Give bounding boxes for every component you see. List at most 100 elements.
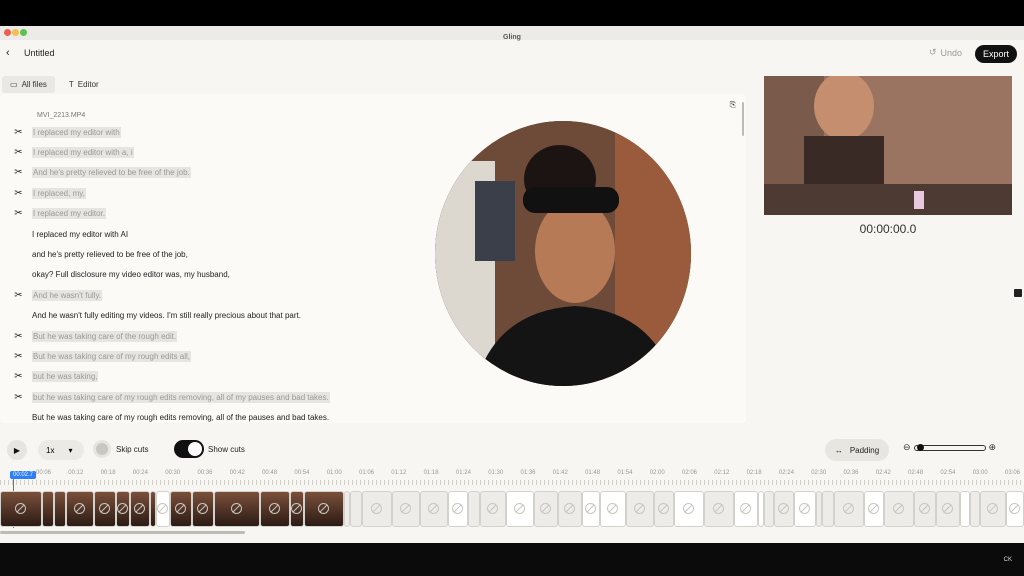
no-preview-icon xyxy=(942,503,953,514)
no-preview-icon xyxy=(740,503,751,514)
timeline-clip[interactable] xyxy=(54,491,66,527)
timeline-clip[interactable] xyxy=(558,491,582,527)
scissors-icon[interactable]: ✂ xyxy=(13,371,24,382)
tab-editor[interactable]: T Editor xyxy=(61,76,107,93)
show-cuts-toggle[interactable]: Show cuts xyxy=(174,440,245,458)
timeline-clip[interactable] xyxy=(214,491,260,527)
timeline-clip[interactable] xyxy=(600,491,626,527)
timeline-clip[interactable] xyxy=(674,491,704,527)
scissors-icon[interactable]: ✂ xyxy=(13,147,24,158)
timeline-clip[interactable] xyxy=(822,491,834,527)
timeline-scrollbar[interactable] xyxy=(0,531,245,534)
ruler-tick-label: 00:18 xyxy=(100,470,116,476)
timeline-clip[interactable] xyxy=(654,491,674,527)
timeline-clip[interactable] xyxy=(506,491,534,527)
ruler-ticks xyxy=(0,480,1024,485)
transcript-line-text: And he's pretty relieved to be free of t… xyxy=(32,167,191,179)
no-preview-icon xyxy=(868,503,879,514)
timeline-clip[interactable] xyxy=(170,491,192,527)
timeline-clip[interactable] xyxy=(304,491,344,527)
timeline-clip[interactable] xyxy=(794,491,816,527)
ruler-tick-label: 00:12 xyxy=(68,470,84,476)
ruler-tick-label: 00:42 xyxy=(229,470,245,476)
scissors-icon[interactable]: ✂ xyxy=(13,167,24,178)
skip-cuts-toggle[interactable]: Skip cuts xyxy=(93,440,148,458)
close-window-button[interactable] xyxy=(4,29,11,36)
timeline-clip[interactable] xyxy=(1006,491,1024,527)
timeline-clip[interactable] xyxy=(0,491,42,527)
timeline-clip[interactable] xyxy=(192,491,214,527)
timeline-clip[interactable] xyxy=(884,491,914,527)
back-button[interactable]: ‹ xyxy=(6,47,24,59)
ruler-tick-label: 00:54 xyxy=(294,470,310,476)
timeline-clip[interactable] xyxy=(764,491,774,527)
transcript-line-text: but he was taking, xyxy=(32,371,99,383)
timeline-clip[interactable] xyxy=(290,491,304,527)
transcript-line-text: I replaced my editor. xyxy=(32,208,107,220)
scissors-icon[interactable]: ✂ xyxy=(13,127,24,138)
timeline-clip[interactable] xyxy=(914,491,936,527)
timeline-clip[interactable] xyxy=(936,491,960,527)
timeline-clip[interactable] xyxy=(260,491,290,527)
timeline-clip[interactable] xyxy=(834,491,864,527)
play-button[interactable]: ▶ xyxy=(7,440,27,460)
timeline-clip[interactable] xyxy=(420,491,448,527)
timeline-clip[interactable] xyxy=(704,491,734,527)
timeline-clip[interactable] xyxy=(980,491,1006,527)
timeline-clip[interactable] xyxy=(362,491,392,527)
timeline-clip[interactable] xyxy=(116,491,130,527)
speed-select[interactable]: 1x ▾ xyxy=(38,440,84,460)
timeline-clip[interactable] xyxy=(350,491,362,527)
transcript-line-text: but he was taking care of my rough edits… xyxy=(32,391,330,403)
scissors-icon[interactable]: ✂ xyxy=(13,331,24,342)
no-preview-icon xyxy=(564,503,575,514)
timeline-clip[interactable] xyxy=(42,491,54,527)
timeline-clip[interactable] xyxy=(94,491,116,527)
show-cuts-switch[interactable] xyxy=(174,440,204,458)
zoom-in-icon[interactable]: ⊕ xyxy=(989,442,997,453)
timeline-clip[interactable] xyxy=(734,491,758,527)
timeline-clip[interactable] xyxy=(448,491,468,527)
timeline-ruler[interactable]: 00:06 00:12 00:18 00:24 00:30 00:36 00:42 00:48… xyxy=(0,467,1024,489)
chevron-down-icon: ▾ xyxy=(68,445,73,455)
no-preview-icon xyxy=(987,503,998,514)
timeline-clip[interactable] xyxy=(970,491,980,527)
panel-toggle-icon[interactable] xyxy=(1014,289,1022,297)
export-button[interactable]: Export xyxy=(974,45,1017,63)
scissors-icon[interactable]: ✂ xyxy=(13,208,24,219)
transcript-scrollbar[interactable] xyxy=(742,102,744,136)
timeline-clip[interactable] xyxy=(392,491,420,527)
zoom-slider[interactable] xyxy=(913,443,986,451)
timeline-clip[interactable] xyxy=(960,491,970,527)
timeline-clip[interactable] xyxy=(66,491,94,527)
zoom-out-icon[interactable]: ⊖ xyxy=(903,442,911,453)
no-preview-icon xyxy=(713,503,724,514)
header: ‹ Untitled ↺ Undo Export xyxy=(0,40,1024,66)
scissors-icon[interactable]: ✂ xyxy=(13,392,24,403)
scissors-icon[interactable]: ✂ xyxy=(13,188,24,199)
transcript-line-text: I replaced my editor with a, i xyxy=(32,146,134,158)
padding-button[interactable]: ↔ Padding xyxy=(825,439,889,461)
video-preview[interactable] xyxy=(764,76,1012,215)
timeline-clip[interactable] xyxy=(626,491,654,527)
document-title[interactable]: Untitled xyxy=(24,48,55,58)
timeline-clip[interactable] xyxy=(534,491,558,527)
timeline-clip[interactable] xyxy=(130,491,150,527)
scissors-icon[interactable]: ✂ xyxy=(13,351,24,362)
timeline-clip[interactable] xyxy=(582,491,600,527)
undo-button[interactable]: ↺ Undo xyxy=(929,47,962,58)
tab-all-files[interactable]: ▭ All files xyxy=(2,75,55,93)
maximize-window-button[interactable] xyxy=(20,29,27,36)
timeline-clip[interactable] xyxy=(774,491,794,527)
ruler-tick-label: 00:48 xyxy=(262,470,278,476)
timeline-clip[interactable] xyxy=(480,491,506,527)
clip-strip[interactable] xyxy=(0,490,1024,528)
skip-cuts-switch[interactable] xyxy=(93,440,111,458)
scissors-icon[interactable]: ✂ xyxy=(13,290,24,301)
minimize-window-button[interactable] xyxy=(12,29,19,36)
preview-timecode: 00:00:00.0 xyxy=(859,222,917,236)
timeline-clip[interactable] xyxy=(156,491,170,527)
document-icon[interactable]: ⎘ xyxy=(730,100,736,110)
timeline-clip[interactable] xyxy=(864,491,884,527)
timeline-clip[interactable] xyxy=(468,491,480,527)
